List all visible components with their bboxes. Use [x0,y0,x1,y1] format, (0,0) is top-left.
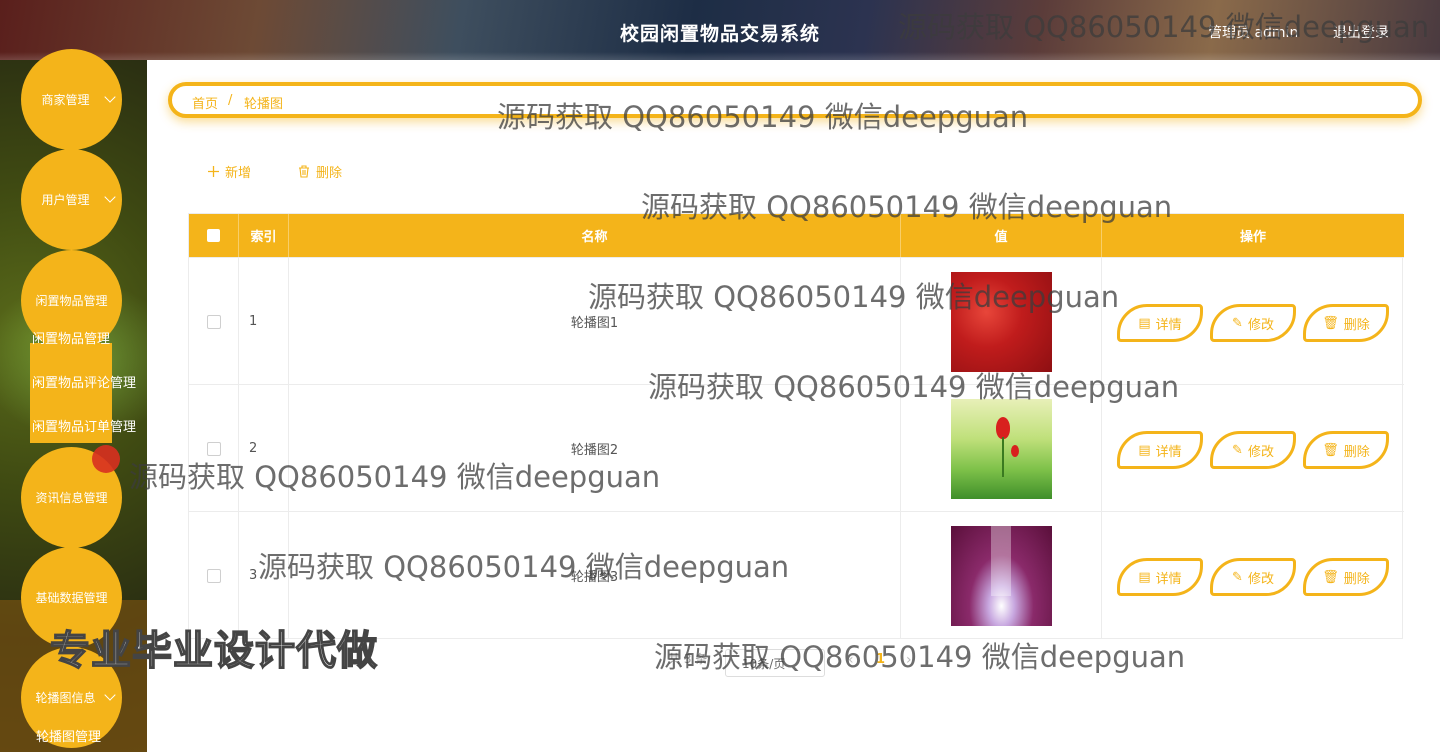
pencil-icon: ✎ [1232,442,1243,458]
edit-label: 修改 [1247,571,1274,587]
row-select-cell [189,385,239,512]
delete-button[interactable]: 🗑 删除 [1303,431,1389,469]
row-index: 2 [239,385,289,512]
pencil-icon: ✎ [1232,315,1243,331]
breadcrumb-separator: / [228,93,233,108]
menu-label: 用户管理 [41,193,90,207]
detail-label: 详情 [1155,571,1182,587]
prev-page-icon[interactable]: ‹ [848,652,854,668]
current-page[interactable]: 1 [876,652,885,667]
breadcrumb-home[interactable]: 首页 [192,93,218,112]
table-header: 索引 名称 值 操作 [189,214,1404,257]
table-row: 2 轮播图2 ▤ 详情 ✎ 修改 🗑 删除 [189,384,1404,512]
top-bar: 校园闲置物品交易系统 管理员 admin 退出登录 [0,0,1440,60]
row-actions: ▤ 详情 ✎ 修改 🗑 删除 [1102,385,1404,512]
row-index: 1 [239,258,289,385]
row-name: 轮播图2 [289,385,901,512]
document-icon: ▤ [1138,569,1151,585]
submenu-idle-goods[interactable]: 闲置物品管理 [32,328,110,347]
row-checkbox[interactable] [206,441,221,456]
delete-label: 删除 [1343,317,1370,333]
admin-user-label: 管理员 admin [1208,25,1299,41]
header-index: 索引 [239,214,289,257]
edit-button[interactable]: ✎ 修改 [1210,558,1296,596]
header-value: 值 [901,214,1102,257]
table-row: 1 轮播图1 ▤ 详情 ✎ 修改 🗑 删除 [189,257,1404,385]
chevron-down-icon [104,191,116,203]
breadcrumb-current: 轮播图 [244,97,284,112]
add-button[interactable]: 新增 [208,162,251,181]
row-name: 轮播图1 [289,258,901,385]
header-select-all-cell [189,214,239,257]
trash-icon: 🗑 [1322,569,1339,585]
add-button-label: 新增 [225,166,252,181]
pagination-total: 共 3 条 [668,652,708,666]
menu-user-management[interactable]: 用户管理 [21,149,122,250]
row-actions: ▤ 详情 ✎ 修改 🗑 删除 [1102,258,1404,385]
row-actions: ▤ 详情 ✎ 修改 🗑 删除 [1102,512,1404,639]
row-checkbox[interactable] [206,314,221,329]
logout-link[interactable]: 退出登录 [1333,22,1389,42]
row-image-cell [901,258,1102,385]
mouse-cursor-indicator [92,445,120,473]
submenu-banner-management[interactable]: 轮播图管理 [36,726,101,745]
edit-button[interactable]: ✎ 修改 [1210,431,1296,469]
banner-thumbnail-tulip[interactable] [950,398,1052,499]
banner-table: 索引 名称 值 操作 1 轮播图1 ▤详情 ✎修改 🗑删除 2 轮播图2 [188,213,1404,639]
header-actions: 操作 [1239,230,1266,245]
edit-button[interactable]: ✎ 修改 [1210,304,1296,342]
delete-button[interactable]: 🗑 删除 [1303,558,1389,596]
menu-label: 商家管理 [41,93,90,107]
batch-delete-button[interactable]: 删除 [298,162,342,181]
delete-button[interactable]: 🗑 删除 [1303,304,1389,342]
select-all-checkbox[interactable] [207,229,220,242]
tulip-stem [1001,436,1004,477]
detail-label: 详情 [1155,444,1182,460]
chevron-down-icon [104,91,116,103]
trash-icon: 🗑 [1322,315,1339,331]
system-title: 校园闲置物品交易系统 [620,23,821,45]
banner-thumbnail-stage[interactable] [950,525,1052,626]
trash-icon: 🗑 [1322,442,1339,458]
menu-label: 闲置物品管理 [35,294,108,308]
breadcrumb: 首页 / 轮播图 [168,82,1422,118]
tulip-flower [995,416,1010,439]
document-icon: ▤ [1138,315,1151,331]
row-checkbox[interactable] [206,568,221,583]
row-image-cell [901,385,1102,512]
detail-button[interactable]: ▤ 详情 [1117,431,1203,469]
menu-label: 基础数据管理 [35,591,108,605]
spotlight-beam [990,525,1011,596]
menu-label: 轮播图信息 [35,691,96,705]
submenu-goods-orders[interactable]: 闲置物品订单管理 [32,416,136,435]
tulip-flower-small [1010,444,1019,457]
header-name: 名称 [289,214,901,257]
detail-button[interactable]: ▤ 详情 [1117,558,1203,596]
detail-label: 详情 [1155,317,1182,333]
banner-thumbnail-red[interactable] [950,271,1052,372]
edit-label: 修改 [1247,317,1274,333]
submenu-goods-comments[interactable]: 闲置物品评论管理 [32,372,136,391]
pencil-icon: ✎ [1232,569,1243,585]
edit-label: 修改 [1247,444,1274,460]
delete-label: 删除 [1343,571,1370,587]
delete-label: 删除 [1343,444,1370,460]
document-icon: ▤ [1138,442,1151,458]
row-image-cell [901,512,1102,639]
plus-icon [208,166,219,177]
row-select-cell [189,258,239,385]
page-size-select[interactable]: 10条/页 [725,649,825,677]
delete-button-label: 删除 [316,166,343,181]
menu-merchant-management[interactable]: 商家管理 [21,49,122,150]
next-page-icon[interactable]: › [906,652,912,668]
row-name: 轮播图3 [289,512,901,639]
menu-label: 资讯信息管理 [35,491,108,505]
detail-button[interactable]: ▤ 详情 [1117,304,1203,342]
trash-icon [299,165,309,178]
chevron-down-icon [104,689,116,701]
promo-watermark: 专业毕业设计代做 [49,627,378,675]
